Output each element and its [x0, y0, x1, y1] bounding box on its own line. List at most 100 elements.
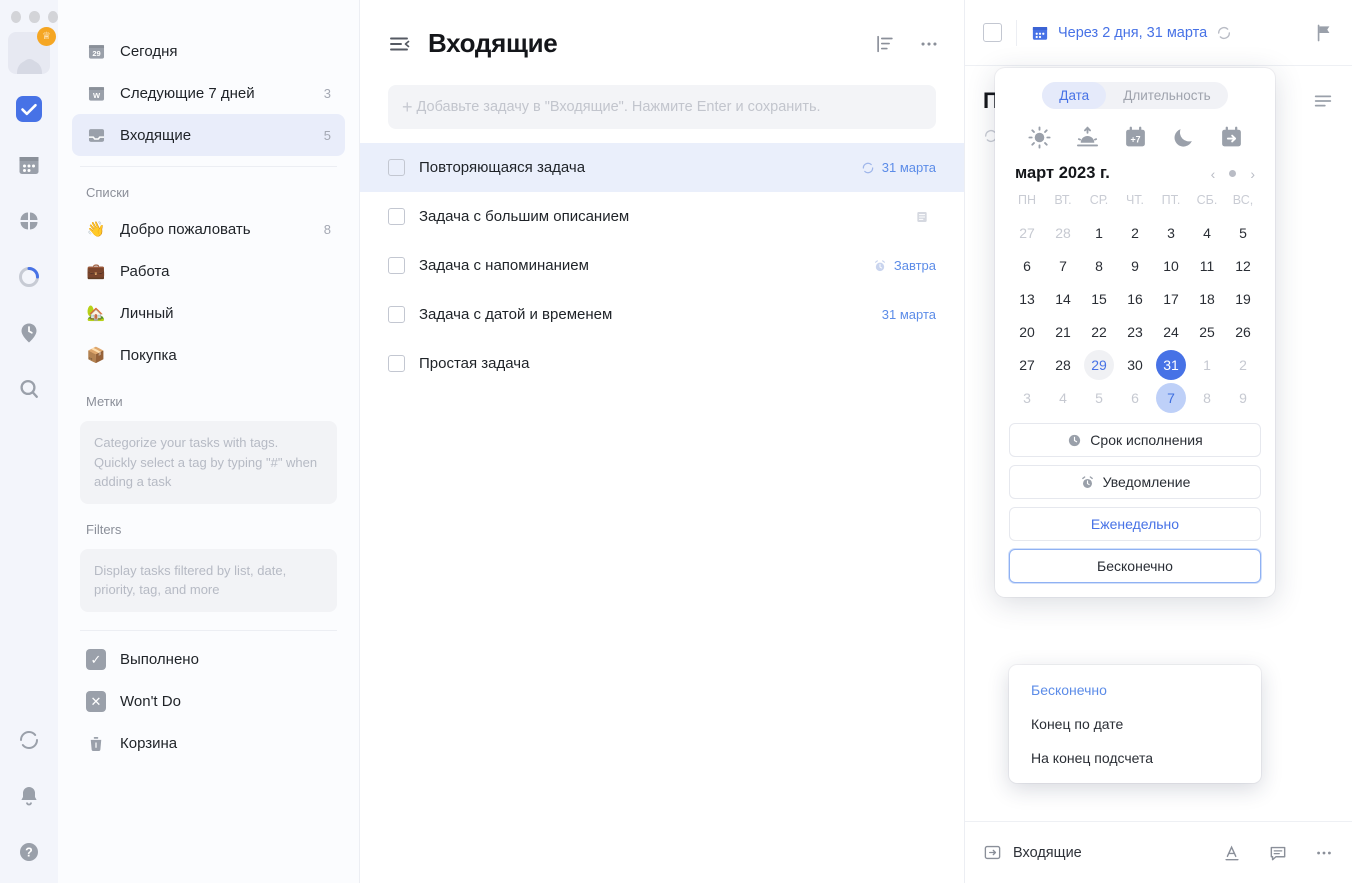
- maximize-button[interactable]: [47, 11, 58, 23]
- sidebar-item-inbox[interactable]: Входящие 5: [72, 114, 345, 156]
- dropdown-option-forever[interactable]: Бесконечно: [1009, 673, 1261, 707]
- calendar-day[interactable]: 30: [1117, 350, 1153, 380]
- calendar-day[interactable]: 20: [1009, 317, 1045, 347]
- sunrise-tomorrow-icon[interactable]: [1075, 125, 1100, 150]
- sidebar-item-completed[interactable]: ✓ Выполнено: [72, 639, 345, 681]
- calendar-day[interactable]: 14: [1045, 284, 1081, 314]
- calendar-day[interactable]: 13: [1009, 284, 1045, 314]
- calendar-day[interactable]: 6: [1009, 251, 1045, 281]
- repeat-icon[interactable]: [1216, 25, 1232, 41]
- move-to-list-icon[interactable]: [983, 843, 1002, 862]
- task-row[interactable]: Задача с напоминанием Завтра: [360, 241, 964, 290]
- detail-list-label[interactable]: Входящие: [1013, 845, 1082, 861]
- sun-today-icon[interactable]: [1027, 125, 1052, 150]
- avatar[interactable]: ♕: [8, 27, 56, 74]
- more-horizontal-icon[interactable]: [918, 33, 940, 55]
- calendar-day[interactable]: 9: [1117, 251, 1153, 281]
- calendar-day[interactable]: 31: [1153, 350, 1189, 380]
- calendar-day[interactable]: 28: [1045, 350, 1081, 380]
- calendar-day[interactable]: 15: [1081, 284, 1117, 314]
- text-format-icon[interactable]: [1222, 843, 1242, 863]
- tab-duration[interactable]: Длительность: [1106, 82, 1228, 109]
- calendar-postpone-icon[interactable]: [1219, 125, 1244, 150]
- chevron-right-icon[interactable]: ›: [1250, 166, 1255, 182]
- repeat-frequency-button[interactable]: Еженедельно: [1009, 507, 1261, 541]
- close-button[interactable]: [11, 11, 22, 23]
- sidebar-list-work[interactable]: 💼 Работа: [72, 250, 345, 292]
- sort-icon[interactable]: [874, 33, 896, 55]
- minimize-button[interactable]: [29, 11, 40, 23]
- calendar-plus7-icon[interactable]: +7: [1123, 125, 1148, 150]
- calendar-day[interactable]: 29: [1081, 350, 1117, 380]
- calendar-day[interactable]: 19: [1225, 284, 1261, 314]
- task-checkbox[interactable]: [388, 257, 405, 274]
- tasks-icon[interactable]: [16, 96, 42, 122]
- description-lines-icon[interactable]: [1312, 90, 1334, 112]
- task-checkbox[interactable]: [388, 355, 405, 372]
- calendar-day[interactable]: 28: [1045, 218, 1081, 248]
- sidebar-item-trash[interactable]: Корзина: [72, 723, 345, 765]
- sidebar-item-today[interactable]: 29 Сегодня: [72, 30, 345, 72]
- calendar-day[interactable]: 12: [1225, 251, 1261, 281]
- chevron-left-icon[interactable]: ‹: [1211, 166, 1216, 182]
- calendar-day[interactable]: 6: [1117, 383, 1153, 413]
- calendar-day[interactable]: 26: [1225, 317, 1261, 347]
- bell-icon[interactable]: [16, 783, 42, 809]
- tab-date[interactable]: Дата: [1042, 82, 1107, 109]
- calendar-day[interactable]: 5: [1225, 218, 1261, 248]
- calendar-day[interactable]: 5: [1081, 383, 1117, 413]
- task-row[interactable]: Задача с большим описанием: [360, 192, 964, 241]
- sync-icon[interactable]: [16, 727, 42, 753]
- calendar-day[interactable]: 9: [1225, 383, 1261, 413]
- calendar-day[interactable]: 22: [1081, 317, 1117, 347]
- due-time-button[interactable]: Срок исполнения: [1009, 423, 1261, 457]
- dropdown-option-end-by-date[interactable]: Конец по дате: [1009, 707, 1261, 741]
- calendar-day[interactable]: 16: [1117, 284, 1153, 314]
- repeat-end-button[interactable]: Бесконечно: [1009, 549, 1261, 583]
- calendar-day[interactable]: 10: [1153, 251, 1189, 281]
- calendar-day[interactable]: 8: [1081, 251, 1117, 281]
- calendar-day[interactable]: 7: [1045, 251, 1081, 281]
- pomodoro-icon[interactable]: [16, 320, 42, 346]
- calendar-day[interactable]: 3: [1153, 218, 1189, 248]
- calendar-day[interactable]: 18: [1189, 284, 1225, 314]
- calendar-day[interactable]: 3: [1009, 383, 1045, 413]
- calendar-day[interactable]: 4: [1189, 218, 1225, 248]
- calendar-day[interactable]: 1: [1081, 218, 1117, 248]
- calendar-day[interactable]: 27: [1009, 350, 1045, 380]
- calendar-day[interactable]: 23: [1117, 317, 1153, 347]
- calendar-day[interactable]: 2: [1225, 350, 1261, 380]
- calendar-icon[interactable]: [16, 152, 42, 178]
- sidebar-list-welcome[interactable]: 👋 Добро пожаловать 8: [72, 208, 345, 250]
- moon-tonight-icon[interactable]: [1171, 125, 1196, 150]
- today-dot-icon[interactable]: [1229, 170, 1237, 177]
- matrix-icon[interactable]: [16, 208, 42, 234]
- detail-task-checkbox[interactable]: [983, 23, 1002, 42]
- task-row[interactable]: Задача с датой и временем 31 марта: [360, 290, 964, 339]
- task-row[interactable]: Повторяющаяся задача 31 марта: [360, 143, 964, 192]
- comment-icon[interactable]: [1268, 843, 1288, 863]
- add-task-input[interactable]: + Добавьте задачу в "Входящие". Нажмите …: [388, 85, 936, 129]
- sidebar-item-next7days[interactable]: W Следующие 7 дней 3: [72, 72, 345, 114]
- more-horizontal-icon[interactable]: [1314, 843, 1334, 863]
- reminder-button[interactable]: Уведомление: [1009, 465, 1261, 499]
- sidebar-item-wontdo[interactable]: ✕ Won't Do: [72, 681, 345, 723]
- calendar-day[interactable]: 24: [1153, 317, 1189, 347]
- calendar-day[interactable]: 8: [1189, 383, 1225, 413]
- calendar-day[interactable]: 11: [1189, 251, 1225, 281]
- task-checkbox[interactable]: [388, 306, 405, 323]
- collapse-sidebar-icon[interactable]: [388, 32, 412, 56]
- task-row[interactable]: Простая задача: [360, 339, 964, 388]
- sidebar-list-shopping[interactable]: 📦 Покупка: [72, 334, 345, 376]
- search-icon[interactable]: [16, 376, 42, 402]
- calendar-day[interactable]: 7: [1153, 383, 1189, 413]
- dropdown-option-end-by-count[interactable]: На конец подсчета: [1009, 741, 1261, 775]
- calendar-day[interactable]: 17: [1153, 284, 1189, 314]
- sidebar-list-personal[interactable]: 🏡 Личный: [72, 292, 345, 334]
- task-checkbox[interactable]: [388, 208, 405, 225]
- detail-date-button[interactable]: Через 2 дня, 31 марта: [1031, 24, 1232, 42]
- calendar-day[interactable]: 27: [1009, 218, 1045, 248]
- task-checkbox[interactable]: [388, 159, 405, 176]
- calendar-day[interactable]: 1: [1189, 350, 1225, 380]
- calendar-day[interactable]: 25: [1189, 317, 1225, 347]
